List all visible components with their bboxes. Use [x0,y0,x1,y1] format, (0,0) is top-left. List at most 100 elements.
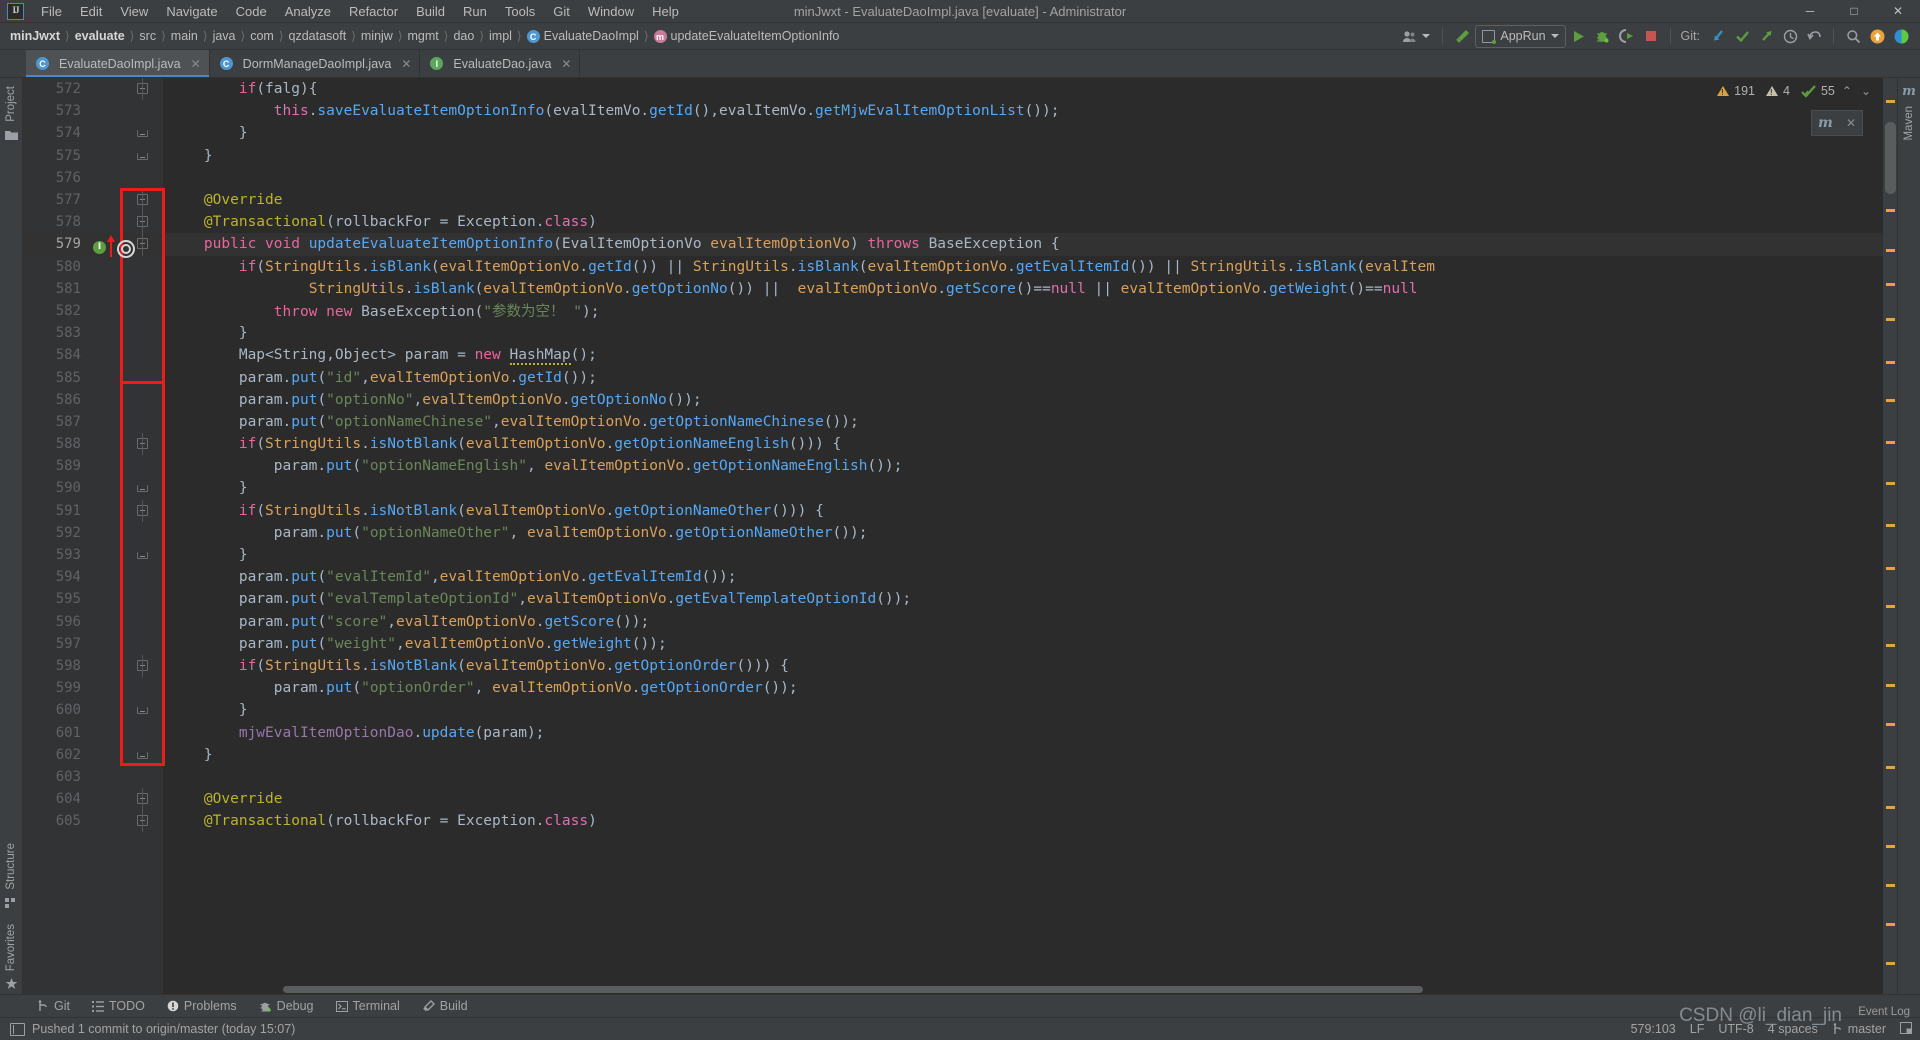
code-line[interactable]: 585 param.put("id",evalItemOptionVo.getI… [23,366,1897,388]
code-folding-area[interactable] [127,677,163,699]
inspection-widget[interactable]: 191 4 55 ⌃ ⌄ [1717,84,1873,98]
menu-view[interactable]: View [111,2,157,21]
history-icon[interactable] [1779,25,1801,47]
code-text[interactable]: } [163,702,248,718]
maven-popup[interactable]: m ✕ [1811,110,1863,136]
gutter-marker-area[interactable] [85,566,127,588]
gutter-marker-area[interactable] [85,256,127,278]
menu-window[interactable]: Window [579,2,643,21]
gutter-marker-area[interactable] [85,411,127,433]
code-folding-area[interactable] [127,588,163,610]
code-text[interactable]: param.put("optionOrder", evalItemOptionV… [163,680,798,696]
menu-run[interactable]: Run [454,2,496,21]
code-folding-area[interactable] [127,322,163,344]
fold-end-icon[interactable] [137,751,148,759]
search-icon[interactable] [1842,25,1864,47]
code-folding-area[interactable] [127,122,163,144]
code-folding-area[interactable] [127,522,163,544]
code-folding-area[interactable] [127,455,163,477]
code-text[interactable]: param.put("optionNameOther", evalItemOpt… [163,525,868,541]
code-line[interactable]: 580 if(StringUtils.isBlank(evalItemOptio… [23,256,1897,278]
gutter-marker-area[interactable] [85,655,127,677]
code-line[interactable]: 588 if(StringUtils.isNotBlank(evalItemOp… [23,433,1897,456]
code-line[interactable]: 592 param.put("optionNameOther", evalIte… [23,522,1897,544]
code-line[interactable]: 586 param.put("optionNo",evalItemOptionV… [23,389,1897,411]
ide-feature-icon[interactable] [1890,25,1912,47]
code-folding-area[interactable] [127,211,163,234]
breadcrumb-dao[interactable]: dao [449,28,478,44]
code-line[interactable]: 577 @Override [23,188,1897,212]
bottom-item-todo[interactable]: TODO [81,999,156,1013]
breadcrumb-qzdatasoft[interactable]: qzdatasoft [285,28,351,44]
gutter-marker-area[interactable] [85,145,127,167]
code-line[interactable]: 596 param.put("score",evalItemOptionVo.g… [23,611,1897,633]
sidebar-item-favorites[interactable]: Favorites [5,920,17,975]
gutter-marker-area[interactable] [85,699,127,721]
gutter-marker-area[interactable] [85,477,127,499]
menu-file[interactable]: File [32,2,71,21]
gutter-marker-area[interactable] [85,300,127,322]
code-line[interactable]: 602 } [23,744,1897,766]
code-text[interactable]: param.put("evalItemId",evalItemOptionVo.… [163,569,737,585]
menu-navigate[interactable]: Navigate [157,2,226,21]
caret-position[interactable]: 579:103 [1631,1022,1676,1036]
code-line[interactable]: 572 if(falg){ [23,78,1897,101]
sidebar-item-structure[interactable]: Structure [5,839,17,894]
gutter-marker-area[interactable] [85,344,127,366]
stop-icon[interactable] [1640,25,1662,47]
code-folding-area[interactable] [127,389,163,411]
vertical-scrollbar-thumb[interactable] [1885,122,1896,194]
debug-icon[interactable] [1592,25,1614,47]
breadcrumb-minjwxt[interactable]: minJwxt [6,28,64,44]
code-folding-area[interactable] [127,633,163,655]
menu-edit[interactable]: Edit [71,2,111,21]
gutter-marker-area[interactable] [85,544,127,566]
code-text[interactable]: if(StringUtils.isNotBlank(evalItemOption… [163,436,841,452]
code-text[interactable]: if(StringUtils.isNotBlank(evalItemOption… [163,658,789,674]
code-folding-area[interactable] [127,499,163,522]
close-icon[interactable]: ✕ [1846,116,1856,130]
gutter-marker-area[interactable] [85,810,127,832]
bottom-item-build[interactable]: Build [411,999,479,1013]
code-text[interactable]: param.put("score",evalItemOptionVo.getSc… [163,614,649,630]
code-text[interactable]: param.put("optionNo",evalItemOptionVo.ge… [163,392,702,408]
code-line[interactable]: 599 param.put("optionOrder", evalItemOpt… [23,677,1897,699]
code-line[interactable]: 603 [23,766,1897,788]
code-text[interactable]: public void updateEvaluateItemOptionInfo… [163,236,1060,252]
code-text[interactable]: StringUtils.isBlank(evalItemOptionVo.get… [163,281,1418,297]
code-text[interactable]: mjwEvalItemOptionDao.update(param); [163,725,545,741]
code-folding-area[interactable] [127,300,163,322]
code-folding-area[interactable] [127,78,163,101]
menu-tools[interactable]: Tools [496,2,544,21]
code-folding-area[interactable] [127,344,163,366]
gutter-marker-area[interactable] [85,78,127,100]
gutter-marker-area[interactable] [85,211,127,233]
code-text[interactable]: @Override [163,192,283,208]
code-text[interactable]: if(StringUtils.isNotBlank(evalItemOption… [163,503,824,519]
code-line[interactable]: 578 @Transactional(rollbackFor = Excepti… [23,211,1897,234]
bottom-item-git[interactable]: Git [26,999,81,1013]
close-button[interactable]: ✕ [1876,0,1920,22]
code-folding-area[interactable] [127,411,163,433]
code-line[interactable]: 582 throw new BaseException("参数为空！ "); [23,300,1897,322]
gutter-marker-area[interactable] [85,766,127,788]
fold-end-icon[interactable] [137,551,148,559]
code-folding-area[interactable] [127,366,163,388]
gutter-marker-area[interactable] [85,611,127,633]
avatar-dropdown-caret-icon[interactable] [1422,34,1431,38]
code-line[interactable]: 581 StringUtils.isBlank(evalItemOptionVo… [23,278,1897,300]
file-encoding[interactable]: UTF-8 [1718,1022,1753,1036]
code-line[interactable]: 583 } [23,322,1897,344]
code-text[interactable]: @Transactional(rollbackFor = Exception.c… [163,813,597,829]
user-avatar-icon[interactable] [1398,25,1420,47]
line-separator[interactable]: LF [1690,1022,1705,1036]
gutter-marker-area[interactable] [85,189,127,211]
code-text[interactable]: Map<String,Object> param = new HashMap()… [163,347,597,366]
bottom-item-terminal[interactable]: Terminal [325,999,411,1013]
error-stripe-marker-bar[interactable] [1883,78,1897,994]
breadcrumb-evaluate[interactable]: evaluate [71,28,129,44]
run-coverage-icon[interactable] [1616,25,1638,47]
breadcrumb-evaluatedaoimpl[interactable]: C EvaluateDaoImpl [523,28,643,45]
code-folding-area[interactable] [127,100,163,122]
code-line[interactable]: 573 this.saveEvaluateItemOptionInfo(eval… [23,100,1897,122]
